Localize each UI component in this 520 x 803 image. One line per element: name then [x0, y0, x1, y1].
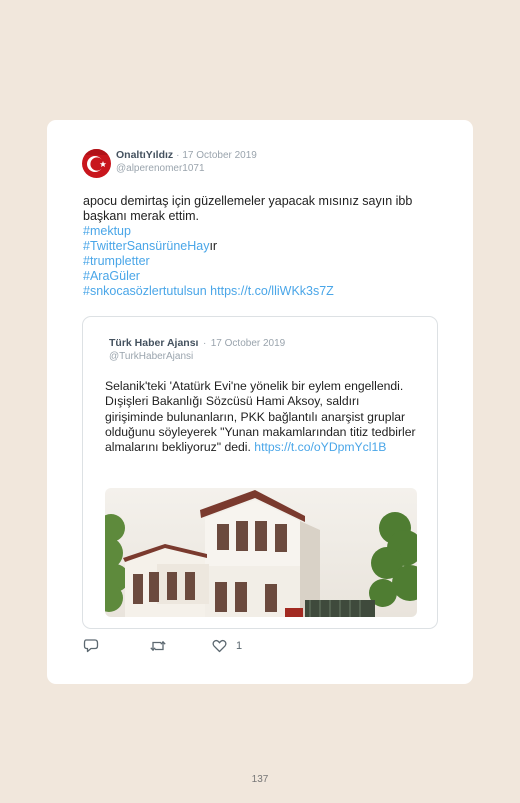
tweet-url-link[interactable]: https://t.co/lliWKk3s7Z — [210, 284, 334, 298]
hashtag-link[interactable]: #trumpletter — [83, 254, 443, 269]
page-number: 137 — [251, 774, 269, 785]
hashtag-suffix: ır — [209, 239, 218, 253]
quoted-handle[interactable]: @TurkHaberAjansi — [109, 350, 285, 363]
tweet-date[interactable]: 17 October 2019 — [182, 150, 257, 161]
quoted-tweet[interactable]: Türk Haber Ajansı · 17 October 2019 @Tur… — [82, 316, 438, 629]
quoted-date[interactable]: 17 October 2019 — [211, 338, 286, 349]
reply-button[interactable] — [83, 638, 99, 653]
author-info: OnaltıYıldız · 17 October 2019 @alpereno… — [116, 149, 257, 175]
quoted-author-name[interactable]: Türk Haber Ajansı — [109, 337, 198, 349]
hashtag-link[interactable]: #mektup — [83, 224, 443, 239]
tweet-actions: 1 — [83, 638, 242, 653]
avatar[interactable] — [82, 149, 111, 178]
crescent-star-icon — [82, 149, 111, 172]
reply-icon — [83, 639, 99, 653]
retweet-button[interactable] — [149, 639, 167, 653]
tweet-text: apocu demirtaş için güzellemeler yapacak… — [83, 194, 413, 223]
quoted-url-link[interactable]: https://t.co/oYDpmYcl1B — [254, 440, 386, 454]
quoted-header: Türk Haber Ajansı · 17 October 2019 @Tur… — [109, 335, 285, 363]
retweet-icon — [150, 640, 166, 651]
author-handle[interactable]: @alperenomer1071 — [116, 162, 257, 175]
tweet-card: OnaltıYıldız · 17 October 2019 @alpereno… — [47, 120, 473, 684]
heart-icon — [212, 639, 227, 652]
like-button[interactable]: 1 — [212, 639, 242, 653]
author-name[interactable]: OnaltıYıldız — [116, 149, 173, 161]
hashtag-link[interactable]: #AraGüler — [83, 269, 443, 284]
hashtag-link[interactable]: #TwitterSansürüneHay — [83, 239, 209, 253]
hashtag-link[interactable]: #snkocasözlertutulsun — [83, 284, 207, 298]
like-count: 1 — [236, 639, 243, 652]
quoted-body: Selanik'teki 'Atatürk Evi'ne yönelik bir… — [105, 379, 421, 455]
quoted-media-image[interactable] — [105, 488, 417, 617]
house-photo — [105, 488, 417, 617]
tweet-header: OnaltıYıldız · 17 October 2019 @alpereno… — [82, 149, 257, 178]
separator-dot: · — [176, 150, 180, 161]
tweet-body: apocu demirtaş için güzellemeler yapacak… — [83, 194, 443, 299]
separator-dot: · — [202, 338, 207, 349]
